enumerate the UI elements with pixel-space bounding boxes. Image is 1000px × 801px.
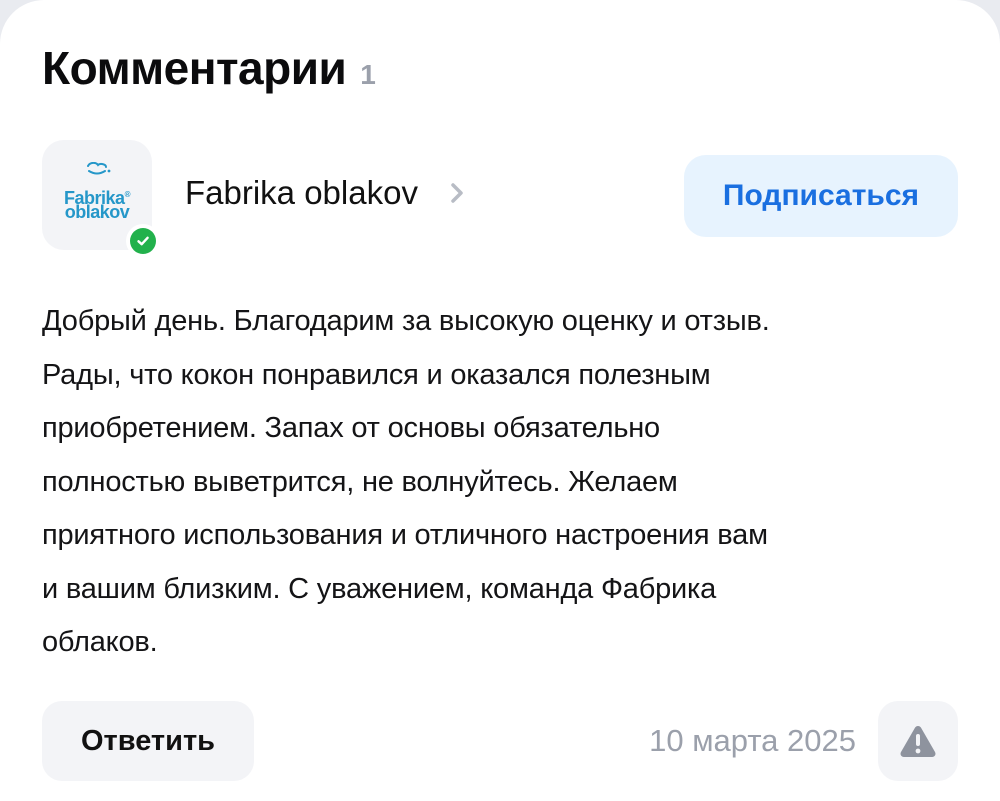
- comments-card: Комментарии 1 Fabrika® oblakov Fabrika o…: [0, 0, 1000, 801]
- report-button[interactable]: [878, 701, 958, 781]
- comments-header: Комментарии 1: [42, 38, 376, 98]
- chevron-right-icon: [451, 183, 463, 203]
- author-name: Fabrika oblakov: [185, 174, 418, 211]
- check-circle-icon: [137, 236, 149, 246]
- reply-button[interactable]: Ответить: [42, 701, 254, 781]
- verified-badge: [126, 224, 160, 258]
- comment-date: 10 марта 2025: [649, 723, 856, 758]
- comments-count: 1: [360, 59, 376, 90]
- avatar[interactable]: Fabrika® oblakov: [42, 140, 160, 258]
- comment-author-row: Fabrika® oblakov Fabrika oblakov Подписа…: [42, 140, 958, 258]
- comment-footer: Ответить 10 марта 2025: [42, 701, 958, 781]
- subscribe-button[interactable]: Подписаться: [684, 155, 958, 237]
- comment-text: Добрый день. Благодарим за высокую оценк…: [42, 305, 770, 658]
- author-profile-link[interactable]: Fabrika oblakov: [185, 174, 466, 212]
- comments-title: Комментарии: [42, 42, 347, 94]
- cloud-smile-icon: [87, 162, 111, 175]
- warning-triangle-icon: [900, 726, 936, 757]
